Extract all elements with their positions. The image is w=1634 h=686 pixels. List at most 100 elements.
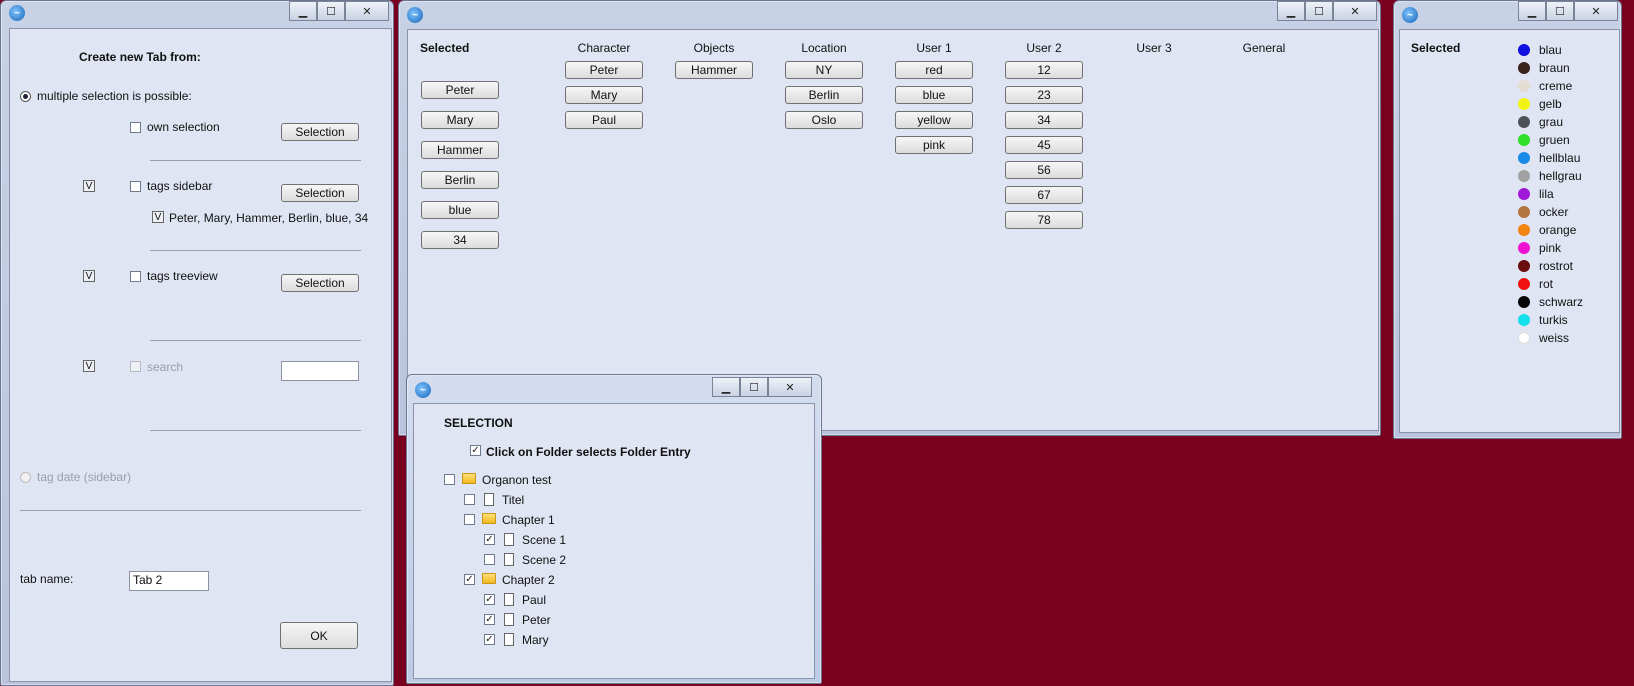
tree-item-label[interactable]: Scene 1	[522, 533, 566, 547]
tag-button[interactable]: 56	[1005, 161, 1083, 179]
close-button[interactable]: ✕	[768, 377, 812, 397]
color-tag-label[interactable]: orange	[1539, 223, 1576, 237]
tree-item-label[interactable]: Paul	[522, 593, 546, 607]
tag-button[interactable]: yellow	[895, 111, 973, 129]
color-tag-label[interactable]: hellgrau	[1539, 169, 1582, 183]
search-input[interactable]	[281, 361, 359, 381]
color-tag-label[interactable]: schwarz	[1539, 295, 1583, 309]
color-tag-label[interactable]: gruen	[1539, 133, 1570, 147]
column-header-objects: Objects	[693, 41, 735, 55]
maximize-button[interactable]: ☐	[1305, 1, 1333, 21]
own-selection-button[interactable]: Selection	[281, 123, 359, 141]
color-swatch-icon	[1518, 116, 1530, 128]
color-tag-label[interactable]: ocker	[1539, 205, 1568, 219]
color-tag-label[interactable]: grau	[1539, 115, 1563, 129]
tree-item-checkbox[interactable]: ✓	[484, 534, 495, 545]
maximize-button[interactable]: ☐	[1546, 1, 1574, 21]
folder-option-checkbox[interactable]: ✓	[470, 445, 481, 456]
tag-button[interactable]: 45	[1005, 136, 1083, 154]
tags-treeview-checkbox[interactable]	[130, 271, 141, 282]
color-tag-label[interactable]: turkis	[1539, 313, 1568, 327]
search-checkbox	[130, 361, 141, 372]
selected-tag-button[interactable]: Berlin	[421, 171, 499, 189]
tag-button[interactable]: Berlin	[785, 86, 863, 104]
tag-button[interactable]: blue	[895, 86, 973, 104]
tree-item-label[interactable]: Titel	[502, 493, 524, 507]
title-buttons: ▁ ☐ ✕	[1277, 1, 1377, 21]
tags-sidebar-checkbox[interactable]	[130, 181, 141, 192]
tag-button[interactable]: Peter	[565, 61, 643, 79]
close-button[interactable]: ✕	[345, 1, 389, 21]
minimize-button[interactable]: ▁	[1518, 1, 1546, 21]
selected-tag-button[interactable]: Hammer	[421, 141, 499, 159]
tag-button[interactable]: Paul	[565, 111, 643, 129]
multi-select-radio[interactable]	[20, 91, 31, 102]
tags-sidebar-list-v-toggle[interactable]: V	[152, 211, 164, 223]
tree-item-label[interactable]: Chapter 1	[502, 513, 555, 527]
ok-button[interactable]: OK	[280, 622, 358, 649]
minimize-button[interactable]: ▁	[1277, 1, 1305, 21]
tag-button[interactable]: 78	[1005, 211, 1083, 229]
create-tab-client: Create new Tab from: multiple selection …	[9, 28, 392, 682]
selected-tag-button[interactable]: blue	[421, 201, 499, 219]
selected-tag-button[interactable]: Mary	[421, 111, 499, 129]
tag-date-radio	[20, 472, 31, 483]
tag-button[interactable]: Hammer	[675, 61, 753, 79]
divider	[150, 430, 361, 431]
tag-button[interactable]: Oslo	[785, 111, 863, 129]
tag-button[interactable]: 12	[1005, 61, 1083, 79]
tags-treeview-selection-button[interactable]: Selection	[281, 274, 359, 292]
color-tag-label[interactable]: rostrot	[1539, 259, 1573, 273]
divider	[150, 160, 361, 161]
tree-item-checkbox[interactable]	[484, 554, 495, 565]
own-selection-checkbox[interactable]	[130, 122, 141, 133]
color-tag-label[interactable]: hellblau	[1539, 151, 1580, 165]
color-tag-label[interactable]: braun	[1539, 61, 1570, 75]
minimize-button[interactable]: ▁	[289, 1, 317, 21]
create-tab-heading: Create new Tab from:	[79, 50, 201, 64]
tree-item-checkbox[interactable]	[464, 514, 475, 525]
selected-tag-button[interactable]: 34	[421, 231, 499, 249]
tree-item-checkbox[interactable]	[464, 494, 475, 505]
tag-button[interactable]: 67	[1005, 186, 1083, 204]
tree-item-label[interactable]: Mary	[522, 633, 549, 647]
tags-sidebar-selection-button[interactable]: Selection	[281, 184, 359, 202]
tag-button[interactable]: 34	[1005, 111, 1083, 129]
tag-button[interactable]: Mary	[565, 86, 643, 104]
color-tag-label[interactable]: blau	[1539, 43, 1562, 57]
color-swatch-icon	[1518, 206, 1530, 218]
tag-button[interactable]: pink	[895, 136, 973, 154]
tags-sidebar-v-toggle[interactable]: V	[83, 180, 95, 192]
tag-button[interactable]: NY	[785, 61, 863, 79]
search-v-toggle[interactable]: V	[83, 360, 95, 372]
tree-item-label[interactable]: Chapter 2	[502, 573, 555, 587]
tree-item-label[interactable]: Peter	[522, 613, 551, 627]
tree-item-label[interactable]: Organon test	[482, 473, 551, 487]
app-icon: ~	[415, 382, 431, 398]
close-button[interactable]: ✕	[1574, 1, 1618, 21]
maximize-button[interactable]: ☐	[740, 377, 768, 397]
color-tag-label[interactable]: gelb	[1539, 97, 1562, 111]
selected-tag-button[interactable]: Peter	[421, 81, 499, 99]
color-tag-label[interactable]: pink	[1539, 241, 1561, 255]
tree-item-checkbox[interactable]: ✓	[484, 594, 495, 605]
tree-item-checkbox[interactable]: ✓	[484, 634, 495, 645]
tag-button[interactable]: 23	[1005, 86, 1083, 104]
color-tag-label[interactable]: lila	[1539, 187, 1554, 201]
tree-item-checkbox[interactable]	[444, 474, 455, 485]
tab-name-input[interactable]: Tab 2	[129, 571, 209, 591]
color-tag-label[interactable]: weiss	[1539, 331, 1569, 345]
tree-item-checkbox[interactable]: ✓	[484, 614, 495, 625]
tree-item-checkbox[interactable]: ✓	[464, 574, 475, 585]
color-tag-label[interactable]: creme	[1539, 79, 1572, 93]
tags-treeview-v-toggle[interactable]: V	[83, 270, 95, 282]
close-button[interactable]: ✕	[1333, 1, 1377, 21]
maximize-button[interactable]: ☐	[317, 1, 345, 21]
color-swatch-icon	[1518, 314, 1530, 326]
color-swatch-icon	[1518, 278, 1530, 290]
minimize-button[interactable]: ▁	[712, 377, 740, 397]
tag-button[interactable]: red	[895, 61, 973, 79]
tree-item-label[interactable]: Scene 2	[522, 553, 566, 567]
title-buttons: ▁ ☐ ✕	[1518, 1, 1618, 21]
color-tag-label[interactable]: rot	[1539, 277, 1553, 291]
